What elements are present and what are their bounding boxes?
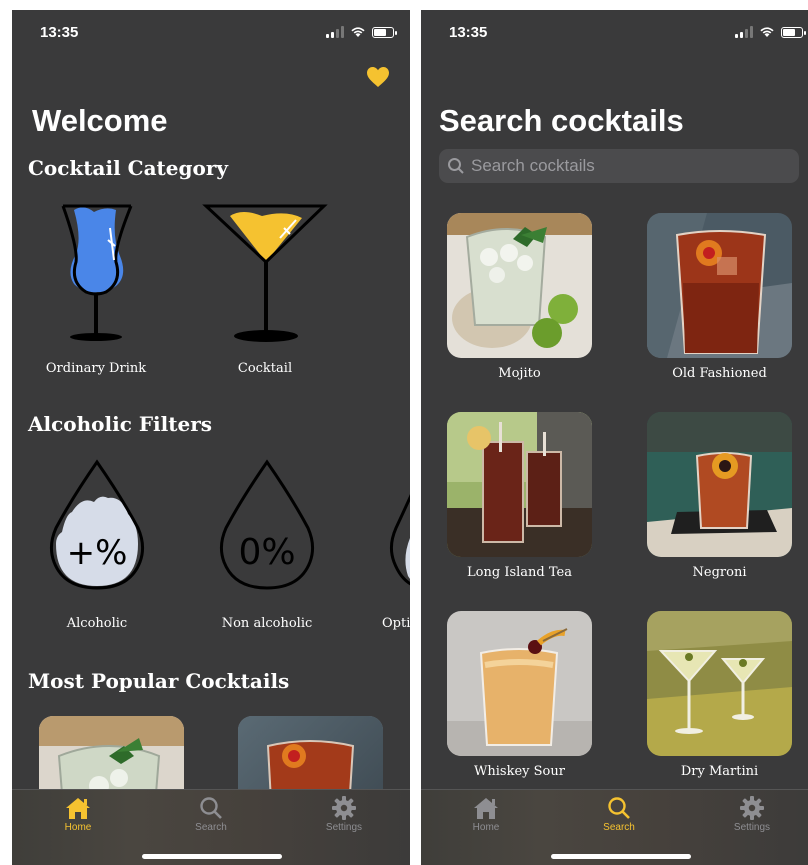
search-placeholder: Search cocktails <box>471 156 595 175</box>
category-section-title: Cocktail Category <box>28 156 228 180</box>
cocktail-name: Whiskey Sour <box>474 764 565 779</box>
category-cocktail[interactable]: Cocktail <box>200 198 330 383</box>
tab-label: Search <box>603 822 635 833</box>
whiskey-sour-photo <box>447 611 592 756</box>
wifi-icon <box>351 27 365 37</box>
wifi-icon <box>760 27 774 37</box>
cocktail-card-long-island-tea[interactable] <box>447 412 592 557</box>
battery-icon <box>372 26 397 38</box>
tab-home[interactable]: Home <box>446 796 526 833</box>
cocktail-name: Long Island Tea <box>467 565 572 580</box>
filter-label: Opti <box>382 616 410 631</box>
long-island-tea-photo <box>447 412 592 557</box>
martini-glass-icon <box>202 204 328 342</box>
mojito-photo <box>447 213 592 358</box>
filter-optional[interactable]: Opti <box>380 458 410 638</box>
page-title: Search cocktails <box>439 103 684 138</box>
cocktail-card-whiskey-sour[interactable] <box>447 611 592 756</box>
status-bar: 13:35 <box>12 24 410 44</box>
alcoholic-drop-icon: +% <box>49 459 145 590</box>
tab-label: Settings <box>325 822 363 833</box>
search-screen: 13:35 Search cocktails Search cocktails … <box>421 10 808 865</box>
category-label: Cocktail <box>237 361 293 376</box>
home-indicator <box>142 854 282 859</box>
category-ordinary-drink[interactable]: Ordinary Drink <box>36 198 156 383</box>
filter-alcoholic[interactable]: +% Alcoholic <box>42 458 152 638</box>
search-icon <box>608 797 630 819</box>
status-time: 13:35 <box>40 24 79 41</box>
signal-icon <box>735 26 753 38</box>
home-indicator <box>551 854 691 859</box>
signal-icon <box>326 26 344 38</box>
gear-icon <box>740 796 764 820</box>
dry-martini-photo <box>647 611 792 756</box>
search-field[interactable]: Search cocktails <box>439 149 799 183</box>
tab-settings[interactable]: Settings <box>712 796 792 833</box>
optional-drop-icon <box>389 493 410 586</box>
status-bar: 13:35 <box>421 24 808 44</box>
cocktail-name: Old Fashioned <box>672 366 767 381</box>
old-fashioned-photo <box>647 213 792 358</box>
battery-icon <box>781 26 806 38</box>
negroni-photo <box>647 412 792 557</box>
home-icon <box>474 798 498 819</box>
highball-glass-icon <box>61 204 133 341</box>
favorites-heart-icon[interactable] <box>366 66 390 88</box>
search-icon <box>200 797 222 819</box>
tab-label: Search <box>195 822 227 833</box>
tab-settings[interactable]: Settings <box>304 796 384 833</box>
popular-section-title: Most Popular Cocktails <box>28 669 290 693</box>
home-icon <box>66 798 90 819</box>
svg-text:+%: +% <box>67 533 128 573</box>
gear-icon <box>332 796 356 820</box>
filter-label: Alcoholic <box>66 616 128 631</box>
tab-bar: Home Search Settings <box>12 789 410 865</box>
cocktail-name: Negroni <box>692 565 747 580</box>
cocktail-name: Mojito <box>498 366 541 381</box>
cocktail-card-dry-martini[interactable] <box>647 611 792 756</box>
cocktail-card-negroni[interactable] <box>647 412 792 557</box>
cocktail-name: Dry Martini <box>680 764 759 779</box>
tab-search[interactable]: Search <box>579 796 659 833</box>
cocktail-card-old-fashioned[interactable] <box>647 213 792 358</box>
tab-label: Home <box>64 822 92 833</box>
search-icon <box>448 158 464 174</box>
tab-bar: Home Search Settings <box>421 789 808 865</box>
tab-label: Settings <box>733 822 771 833</box>
tab-label: Home <box>472 822 500 833</box>
tab-home[interactable]: Home <box>38 796 118 833</box>
svg-text:0%: 0% <box>238 532 295 573</box>
filter-label: Non alcoholic <box>221 616 313 631</box>
tab-search[interactable]: Search <box>171 796 251 833</box>
page-title: Welcome <box>32 103 168 138</box>
home-screen: 13:35 Welcome Cocktail Category Ordinary… <box>12 10 410 865</box>
non-alcoholic-drop-icon: 0% <box>219 459 315 590</box>
filter-non-alcoholic[interactable]: 0% Non alcoholic <box>212 458 322 638</box>
filters-section-title: Alcoholic Filters <box>28 412 213 436</box>
status-time: 13:35 <box>449 24 488 41</box>
cocktail-card-mojito[interactable] <box>447 213 592 358</box>
category-label: Ordinary Drink <box>45 361 147 376</box>
